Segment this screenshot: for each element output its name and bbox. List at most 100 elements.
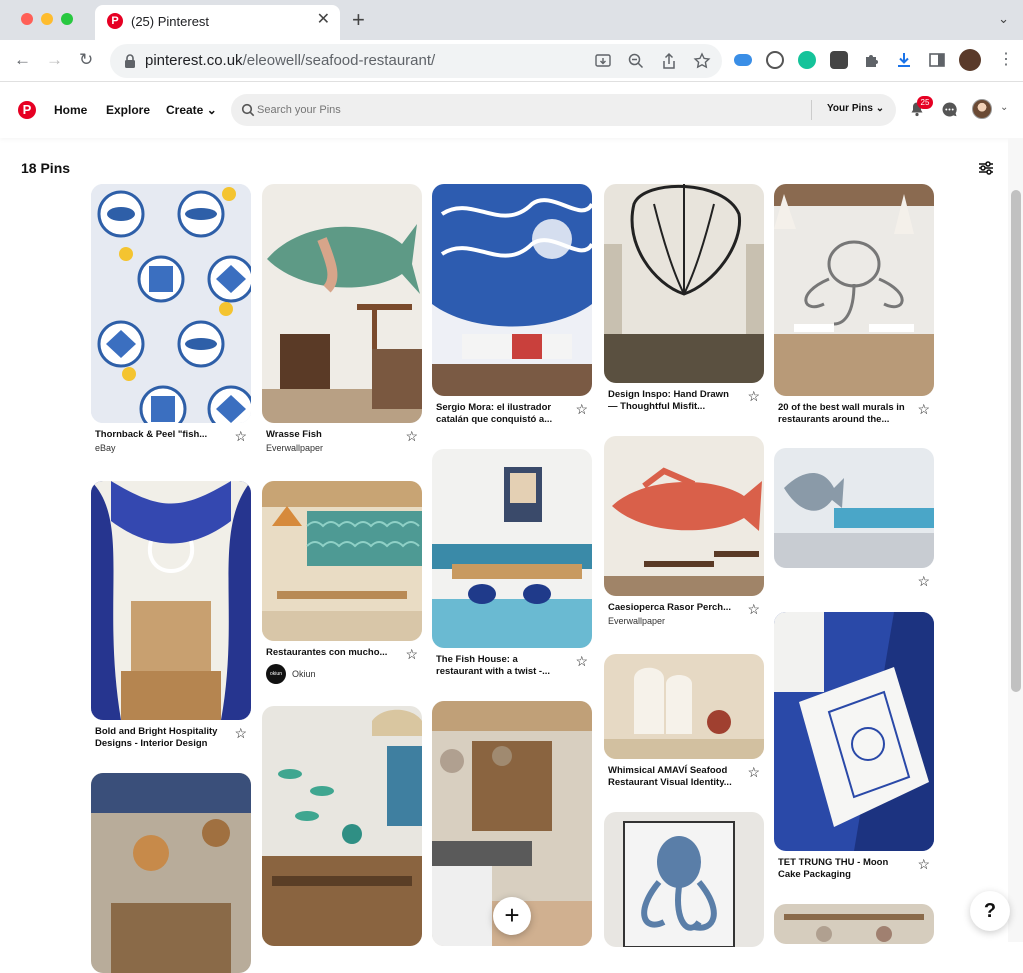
window-zoom-button[interactable] — [61, 13, 73, 25]
pin-title[interactable]: The Fish House: a restaurant with a twis… — [436, 654, 566, 677]
pin-source[interactable]: eBay — [95, 443, 116, 453]
star-icon[interactable]: ☆ — [234, 726, 247, 740]
browser-tab[interactable]: P (25) Pinterest ✕ — [95, 5, 340, 40]
user-avatar[interactable] — [972, 99, 992, 119]
pin-card[interactable]: Restaurantes con mucho... okiun Okiun ☆ — [262, 481, 422, 691]
star-icon[interactable]: ☆ — [575, 654, 588, 668]
star-icon[interactable]: ☆ — [234, 429, 247, 443]
tab-search-chevron-icon[interactable]: ⌄ — [998, 11, 1009, 27]
browser-menu-icon[interactable]: ⋮ — [998, 49, 1014, 69]
search-input[interactable] — [257, 100, 797, 120]
pin-card[interactable]: Caesioperca Rasor Perch... Everwallpaper… — [604, 436, 764, 641]
pin-title[interactable]: Thornback & Peel "fish... — [95, 429, 225, 441]
star-icon[interactable]: ☆ — [575, 402, 588, 416]
reload-button[interactable]: ↻ — [79, 50, 93, 70]
pin-card[interactable]: TET TRUNG THU - Moon Cake Packaging ☆ — [774, 612, 934, 901]
extensions-puzzle-icon[interactable] — [863, 51, 881, 69]
your-pins-dropdown[interactable]: Your Pins ⌄ — [827, 103, 884, 114]
pin-card[interactable]: ☆ — [774, 448, 934, 608]
pin-card[interactable] — [91, 773, 251, 973]
forward-button[interactable]: → — [46, 50, 63, 70]
pin-card[interactable]: Wrasse Fish Everwallpaper ☆ — [262, 184, 422, 463]
browser-profile-avatar[interactable] — [959, 49, 981, 71]
pin-title[interactable]: Design Inspo: Hand Drawn — Thoughtful Mi… — [608, 389, 738, 412]
zoom-icon[interactable] — [627, 52, 645, 70]
pin-title[interactable]: Wrasse Fish — [266, 429, 396, 441]
pin-title[interactable]: Caesioperca Rasor Perch... — [608, 602, 738, 614]
pin-title[interactable]: 20 of the best wall murals in restaurant… — [778, 402, 908, 425]
pin-card[interactable]: The Fish House: a restaurant with a twis… — [432, 449, 592, 698]
pin-card[interactable]: Sergio Mora: el ilustrador catalán que c… — [432, 184, 592, 446]
icloud-extension-icon[interactable] — [734, 54, 752, 66]
star-icon[interactable]: ☆ — [917, 574, 930, 588]
shell-mural-hall-image — [604, 184, 764, 383]
filter-settings-icon[interactable] — [978, 160, 994, 176]
scrollbar-thumb[interactable] — [1011, 190, 1021, 692]
messages-icon[interactable] — [941, 101, 958, 118]
star-icon[interactable]: ☆ — [917, 402, 930, 416]
pin-card[interactable] — [262, 706, 422, 946]
pin-card[interactable] — [774, 904, 934, 944]
star-icon[interactable]: ☆ — [747, 389, 760, 403]
star-icon[interactable]: ☆ — [917, 857, 930, 871]
help-button[interactable]: ? — [970, 891, 1010, 931]
pin-image[interactable] — [432, 449, 592, 648]
pin-source[interactable]: Everwallpaper — [266, 443, 323, 453]
extension-icon[interactable] — [830, 51, 848, 69]
add-pin-button[interactable]: + — [493, 897, 531, 935]
pin-card[interactable]: Whimsical AMAVÍ Seafood Restaurant Visua… — [604, 654, 764, 809]
bookmark-star-icon[interactable] — [693, 52, 711, 70]
pin-card[interactable]: Design Inspo: Hand Drawn — Thoughtful Mi… — [604, 184, 764, 433]
side-panel-icon[interactable] — [928, 51, 946, 69]
pin-image[interactable] — [774, 612, 934, 851]
grammarly-extension-icon[interactable] — [798, 51, 816, 69]
pin-source[interactable]: Everwallpaper — [608, 616, 665, 626]
share-icon[interactable] — [660, 52, 678, 70]
pin-image[interactable] — [91, 184, 251, 423]
pin-title[interactable]: Bold and Bright Hospitality Designs - In… — [95, 726, 225, 749]
star-icon[interactable]: ☆ — [747, 602, 760, 616]
pin-card[interactable] — [604, 812, 764, 947]
moon-cake-packaging-image — [774, 612, 934, 851]
pin-title[interactable]: Whimsical AMAVÍ Seafood Restaurant Visua… — [608, 765, 738, 788]
account-chevron-icon[interactable]: ⌄ — [1000, 102, 1008, 113]
star-icon[interactable]: ☆ — [747, 765, 760, 779]
downloads-icon[interactable] — [895, 51, 913, 69]
pin-title[interactable]: Sergio Mora: el ilustrador catalán que c… — [436, 402, 566, 425]
window-minimize-button[interactable] — [41, 13, 53, 25]
pin-image[interactable] — [262, 706, 422, 946]
pin-card[interactable]: Bold and Bright Hospitality Designs - In… — [91, 481, 251, 760]
star-icon[interactable]: ☆ — [405, 429, 418, 443]
pin-image[interactable] — [262, 481, 422, 641]
tab-close-icon[interactable]: ✕ — [317, 12, 330, 28]
install-app-icon[interactable] — [594, 52, 612, 70]
pin-image[interactable] — [604, 812, 764, 947]
search-bar[interactable]: Your Pins ⌄ — [231, 94, 896, 126]
pin-image[interactable] — [91, 481, 251, 720]
okiun-logo-icon[interactable]: okiun — [266, 664, 286, 684]
pin-image[interactable] — [432, 184, 592, 396]
pin-image[interactable] — [604, 184, 764, 383]
nav-home[interactable]: Home — [54, 103, 87, 117]
nav-explore[interactable]: Explore — [106, 103, 150, 117]
pin-image[interactable] — [774, 904, 934, 944]
pin-image[interactable] — [91, 773, 251, 973]
window-close-button[interactable] — [21, 13, 33, 25]
pinterest-logo-icon[interactable]: P — [18, 101, 36, 119]
pin-image[interactable] — [774, 184, 934, 396]
pin-image[interactable] — [262, 184, 422, 423]
pin-image[interactable] — [604, 654, 764, 759]
back-button[interactable]: ← — [14, 50, 31, 70]
skype-extension-icon[interactable] — [766, 51, 784, 69]
nav-create[interactable]: Create ⌄ — [166, 103, 217, 117]
pin-source[interactable]: Okiun — [292, 669, 316, 679]
pin-title[interactable]: TET TRUNG THU - Moon Cake Packaging — [778, 857, 908, 880]
pin-title[interactable]: Restaurantes con mucho... — [266, 647, 396, 659]
star-icon[interactable]: ☆ — [405, 647, 418, 661]
new-tab-button[interactable]: + — [352, 9, 365, 31]
pin-card[interactable]: 20 of the best wall murals in restaurant… — [774, 184, 934, 446]
address-bar[interactable]: pinterest.co.uk/eleowell/seafood-restaur… — [110, 44, 722, 78]
pin-image[interactable] — [774, 448, 934, 568]
pin-image[interactable] — [604, 436, 764, 596]
pin-card[interactable]: Thornback & Peel "fish... eBay ☆ — [91, 184, 251, 463]
